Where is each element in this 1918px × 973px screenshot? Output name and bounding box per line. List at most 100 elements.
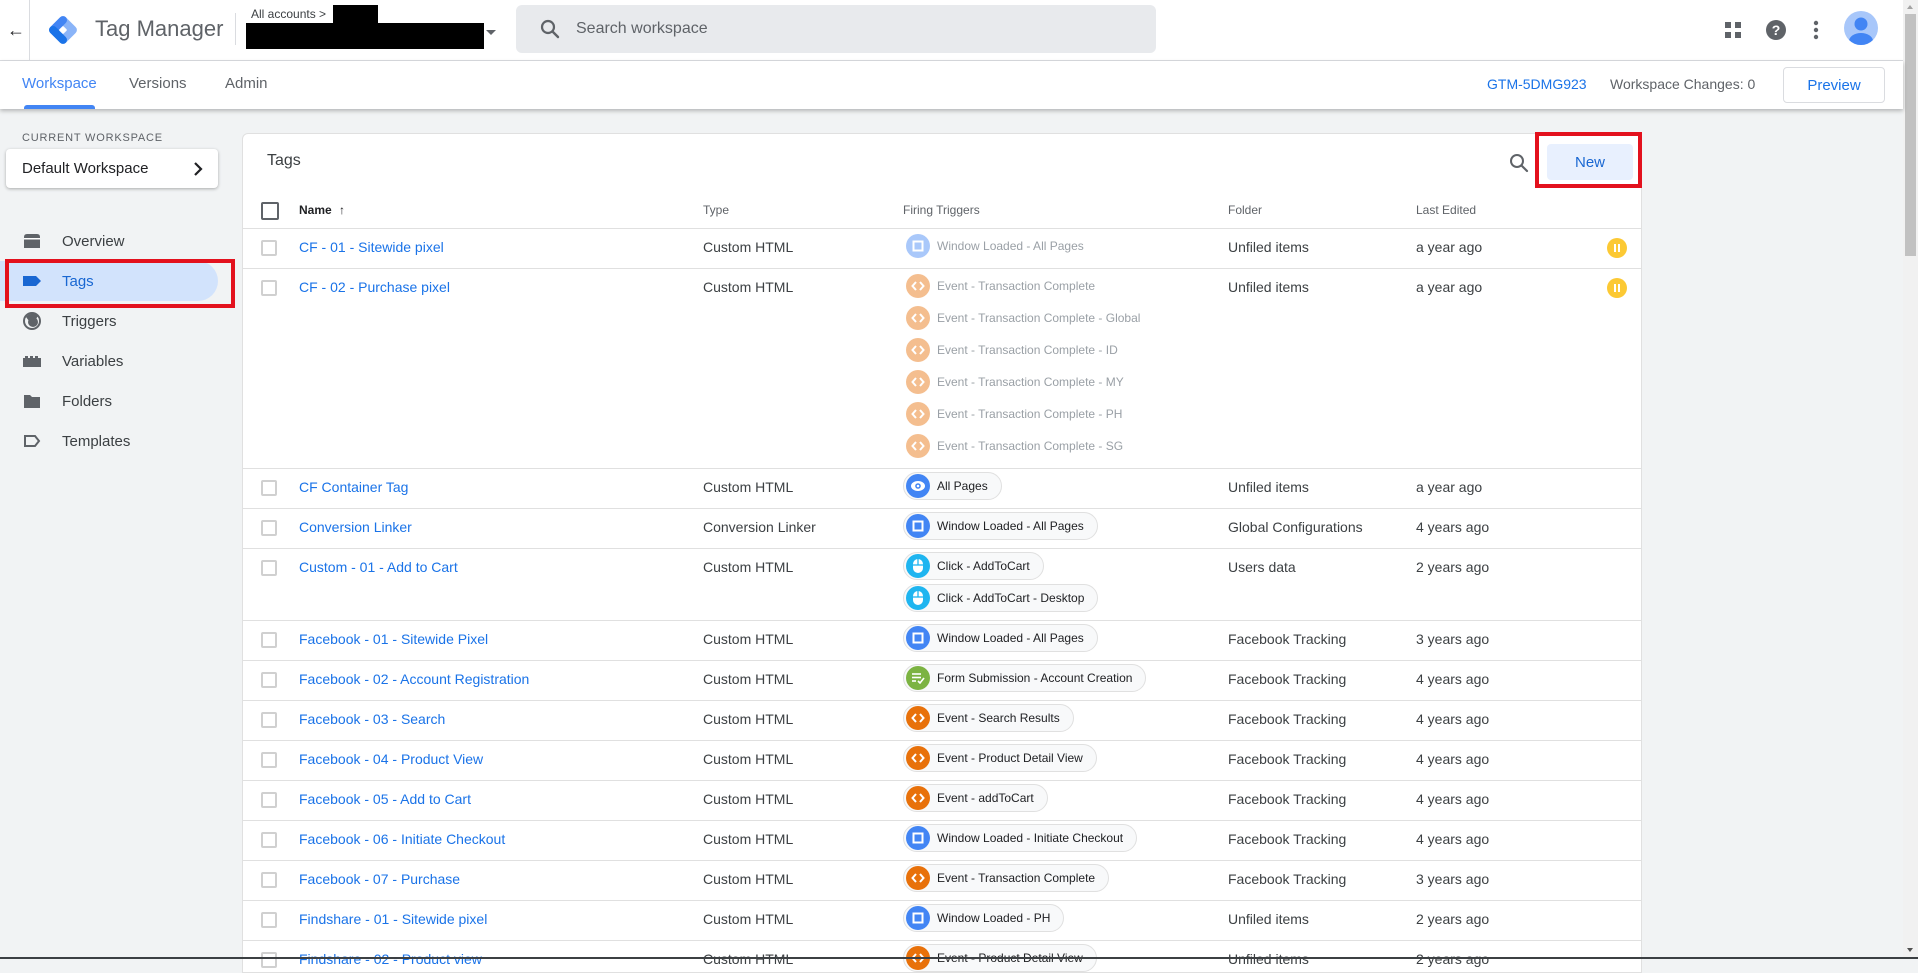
- tag-name-link[interactable]: Facebook - 05 - Add to Cart: [299, 791, 471, 807]
- tags-card: Tags New Name ↑ Type Firing Triggers Fol…: [242, 133, 1642, 973]
- row-checkbox[interactable]: [261, 872, 277, 888]
- column-header-name[interactable]: Name ↑: [299, 203, 345, 217]
- sidebar-item-tags[interactable]: Tags: [0, 261, 218, 301]
- tag-name-link[interactable]: Facebook - 03 - Search: [299, 711, 445, 727]
- tag-name-link[interactable]: CF Container Tag: [299, 479, 408, 495]
- row-checkbox[interactable]: [261, 280, 277, 296]
- tag-name-link[interactable]: Conversion Linker: [299, 519, 412, 535]
- trigger-chip[interactable]: Window Loaded - All Pages: [903, 512, 1098, 540]
- trigger-chip[interactable]: Form Submission - Account Creation: [903, 664, 1147, 692]
- trigger-chip[interactable]: Click - AddToCart: [903, 552, 1044, 580]
- sidebar-item-label: Tags: [62, 272, 94, 290]
- table-row[interactable]: CF Container Tag Custom HTML All Pages Unfi…: [243, 469, 1641, 509]
- table-row[interactable]: Facebook - 03 - Search Custom HTML Event -…: [243, 701, 1641, 741]
- row-checkbox[interactable]: [261, 712, 277, 728]
- apps-button[interactable]: [1717, 14, 1749, 46]
- tag-name-link[interactable]: CF - 01 - Sitewide pixel: [299, 239, 444, 255]
- table-row[interactable]: Facebook - 05 - Add to Cart Custom HTML Ev…: [243, 781, 1641, 821]
- trigger-chip[interactable]: Event - Transaction Complete - Global: [903, 304, 1154, 332]
- trigger-chip[interactable]: Event - Transaction Complete: [903, 272, 1109, 300]
- back-arrow-icon[interactable]: ←: [4, 18, 28, 42]
- tab-workspace[interactable]: Workspace: [22, 75, 97, 92]
- tab-admin[interactable]: Admin: [225, 75, 268, 92]
- tag-name-link[interactable]: Facebook - 06 - Initiate Checkout: [299, 831, 505, 847]
- container-dropdown-caret-icon[interactable]: [486, 30, 496, 35]
- trigger-chip[interactable]: Window Loaded - All Pages: [903, 624, 1098, 652]
- table-row[interactable]: Findshare - 01 - Sitewide pixel Custom HT…: [243, 901, 1641, 941]
- tag-name-link[interactable]: Findshare - 01 - Sitewide pixel: [299, 911, 487, 927]
- row-checkbox[interactable]: [261, 912, 277, 928]
- column-header-last-edited[interactable]: Last Edited: [1416, 203, 1476, 217]
- row-checkbox[interactable]: [261, 832, 277, 848]
- trigger-chip[interactable]: Event - Search Results: [903, 704, 1074, 732]
- scrollbar-thumb[interactable]: [1905, 14, 1916, 256]
- column-header-type[interactable]: Type: [703, 203, 729, 217]
- table-row[interactable]: Facebook - 01 - Sitewide Pixel Custom HTM…: [243, 621, 1641, 661]
- tag-name-link[interactable]: CF - 02 - Purchase pixel: [299, 279, 450, 295]
- row-checkbox[interactable]: [261, 952, 277, 968]
- scroll-down-arrow-icon[interactable]: [1907, 948, 1913, 952]
- tag-name-link[interactable]: Facebook - 07 - Purchase: [299, 871, 460, 887]
- table-row[interactable]: Facebook - 04 - Product View Custom HTML E…: [243, 741, 1641, 781]
- trigger-chip[interactable]: Click - AddToCart - Desktop: [903, 584, 1099, 612]
- table-row[interactable]: CF - 01 - Sitewide pixel Custom HTML Windo…: [243, 229, 1641, 269]
- divider: [29, 0, 30, 60]
- account-breadcrumb[interactable]: All accounts >: [251, 7, 326, 21]
- scroll-up-arrow-icon[interactable]: [1907, 5, 1913, 9]
- row-checkbox[interactable]: [261, 672, 277, 688]
- tag-name-link[interactable]: Custom - 01 - Add to Cart: [299, 559, 458, 575]
- row-checkbox[interactable]: [261, 480, 277, 496]
- table-row[interactable]: Facebook - 02 - Account Registration Cust…: [243, 661, 1641, 701]
- tag-name-link[interactable]: Findshare - 02 - Product view: [299, 951, 482, 967]
- sidebar-item-overview[interactable]: Overview: [0, 221, 218, 261]
- table-row[interactable]: CF - 02 - Purchase pixel Custom HTML Event…: [243, 269, 1641, 469]
- redacted-container-name[interactable]: [246, 23, 484, 49]
- row-checkbox[interactable]: [261, 752, 277, 768]
- new-tag-button[interactable]: New: [1547, 144, 1633, 180]
- tag-name-link[interactable]: Facebook - 04 - Product View: [299, 751, 483, 767]
- column-header-folder[interactable]: Folder: [1228, 203, 1262, 217]
- row-checkbox[interactable]: [261, 792, 277, 808]
- preview-button[interactable]: Preview: [1783, 67, 1885, 103]
- select-all-checkbox[interactable]: [261, 202, 279, 220]
- table-row[interactable]: Conversion Linker Conversion Linker Window…: [243, 509, 1641, 549]
- trigger-chip[interactable]: Window Loaded - All Pages: [903, 232, 1098, 260]
- trigger-chip[interactable]: Event - Transaction Complete: [903, 864, 1110, 892]
- account-avatar[interactable]: [1844, 11, 1878, 45]
- trigger-chip[interactable]: All Pages: [903, 472, 1002, 500]
- tag-name-link[interactable]: Facebook - 02 - Account Registration: [299, 671, 529, 687]
- trigger-label: Window Loaded - All Pages: [937, 519, 1084, 533]
- search-tags-icon[interactable]: [1507, 151, 1531, 175]
- table-row[interactable]: Custom - 01 - Add to Cart Custom HTML Clic…: [243, 549, 1641, 621]
- more-options-button[interactable]: [1800, 14, 1832, 46]
- sidebar-item-folders[interactable]: Folders: [0, 381, 218, 421]
- search-input[interactable]: [576, 20, 1136, 38]
- table-row[interactable]: Facebook - 06 - Initiate Checkout Custom …: [243, 821, 1641, 861]
- trigger-chip[interactable]: Event - Product Detail View: [903, 744, 1097, 772]
- custom-event-trigger-icon: [906, 274, 930, 298]
- sidebar-item-triggers[interactable]: Triggers: [0, 301, 218, 341]
- window-loaded-trigger-icon: [906, 626, 930, 650]
- help-button[interactable]: ?: [1760, 14, 1792, 46]
- row-checkbox[interactable]: [261, 632, 277, 648]
- page-scrollbar[interactable]: [1903, 0, 1918, 959]
- search-bar[interactable]: [516, 5, 1156, 53]
- row-checkbox[interactable]: [261, 240, 277, 256]
- trigger-chip[interactable]: Event - Transaction Complete - PH: [903, 400, 1136, 428]
- tag-name-link[interactable]: Facebook - 01 - Sitewide Pixel: [299, 631, 488, 647]
- trigger-chip[interactable]: Event - addToCart: [903, 784, 1048, 812]
- tab-versions[interactable]: Versions: [129, 75, 187, 92]
- trigger-chip[interactable]: Window Loaded - Initiate Checkout: [903, 824, 1138, 852]
- container-id-link[interactable]: GTM-5DMG923: [1487, 76, 1587, 92]
- trigger-chip[interactable]: Event - Transaction Complete - ID: [903, 336, 1132, 364]
- firing-triggers: Form Submission - Account Creation: [903, 664, 1147, 696]
- trigger-chip[interactable]: Event - Transaction Complete - MY: [903, 368, 1138, 396]
- workspace-selector[interactable]: Default Workspace: [6, 149, 218, 188]
- row-checkbox[interactable]: [261, 520, 277, 536]
- sidebar-item-templates[interactable]: Templates: [0, 421, 218, 461]
- sidebar-item-variables[interactable]: Variables: [0, 341, 218, 381]
- trigger-chip[interactable]: Event - Transaction Complete - SG: [903, 432, 1137, 460]
- table-row[interactable]: Facebook - 07 - Purchase Custom HTML Event…: [243, 861, 1641, 901]
- row-checkbox[interactable]: [261, 560, 277, 576]
- trigger-chip[interactable]: Window Loaded - PH: [903, 904, 1065, 932]
